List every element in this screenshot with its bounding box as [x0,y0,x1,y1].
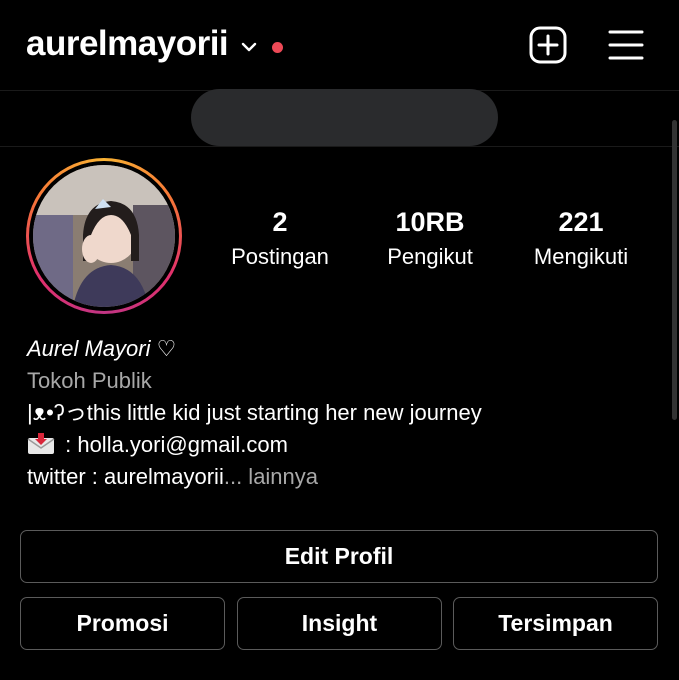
posts-label: Postingan [231,244,329,269]
bio-ellipsis: ... [223,464,243,489]
top-bar: aurelmayorii [0,0,679,91]
stat-following[interactable]: 221 Mengikuti [524,207,638,272]
more-link[interactable]: lainnya [242,464,318,489]
bio-email[interactable]: : holla.yori@gmail.com [59,432,288,457]
bio-email-line: : holla.yori@gmail.com [27,429,647,461]
display-name: Aurel Mayori ♡ [27,336,177,361]
username: aurelmayorii [26,24,229,63]
bio-twitter-line: twitter : aurelmayorii... lainnya [27,461,647,493]
followers-label: Pengikut [387,244,473,269]
following-count: 221 [558,207,604,237]
avatar-border [29,161,179,311]
following-label: Mengikuti [533,244,629,269]
saved-button[interactable]: Tersimpan [453,597,658,650]
category-label: Tokoh Publik [27,368,152,393]
scrollbar[interactable] [672,120,677,420]
stat-followers[interactable]: 10RB Pengikut [378,207,482,272]
story-ring[interactable] [26,158,182,314]
account-switcher[interactable]: aurelmayorii [26,24,284,64]
hamburger-menu-icon[interactable] [607,26,645,64]
bio-line: |ᴥ•ʔっthis little kid just starting her n… [27,400,482,425]
envelope-arrow-icon [27,433,55,454]
chevron-down-icon [241,42,257,52]
avatar-photo-icon [33,165,175,307]
redacted-region [191,89,498,146]
promote-button[interactable]: Promosi [20,597,225,650]
plus-square-icon[interactable] [529,26,567,64]
posts-count: 2 [272,207,288,237]
insight-button[interactable]: Insight [237,597,442,650]
edit-profile-button[interactable]: Edit Profil [20,530,658,583]
stat-posts[interactable]: 2 Postingan [224,207,336,272]
followers-count: 10RB [395,207,465,237]
notification-dot [272,41,284,53]
avatar [33,165,175,307]
divider [0,146,679,147]
bio-twitter: twitter : aurelmayorii [27,464,224,489]
bio-section: Aurel Mayori ♡ Tokoh Publik |ᴥ•ʔっthis li… [27,333,647,493]
